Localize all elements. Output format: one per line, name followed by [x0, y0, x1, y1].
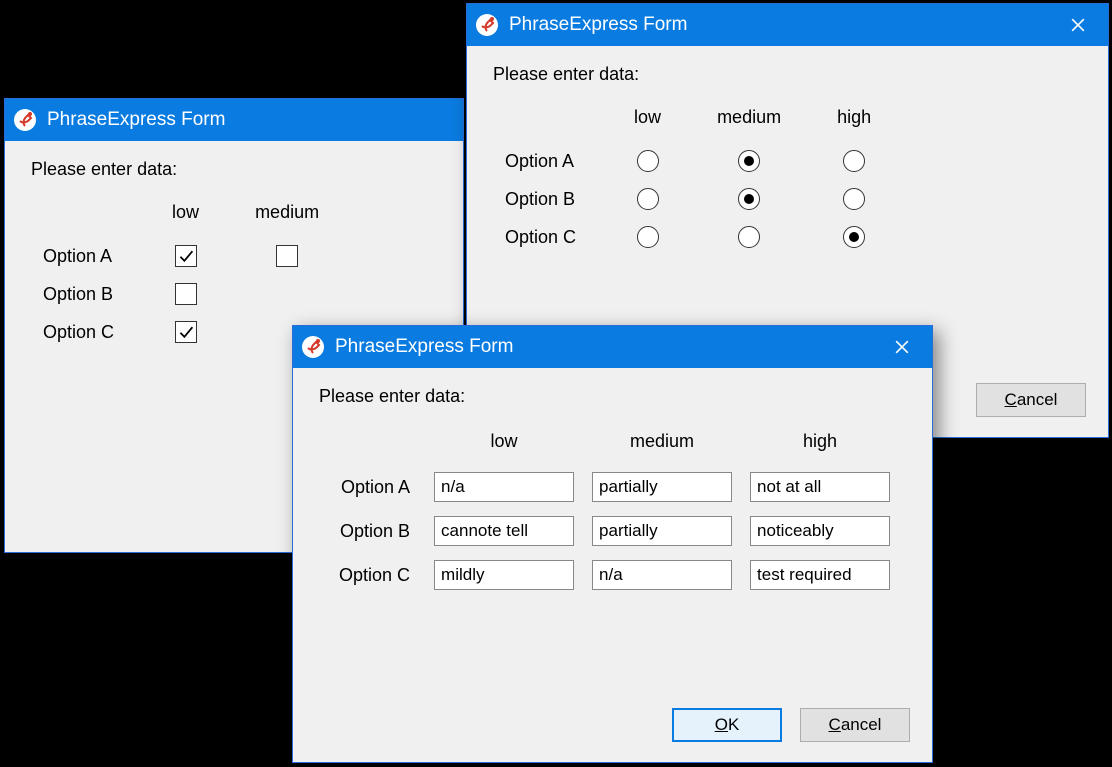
input-option-a-medium[interactable] — [592, 472, 732, 502]
text-form-window: PhraseExpress Form Please enter data: lo… — [292, 325, 933, 763]
input-option-b-high[interactable] — [750, 516, 890, 546]
row-label: Option C — [335, 554, 424, 596]
prompt-text: Please enter data: — [319, 386, 906, 407]
row-label: Option A — [39, 237, 144, 275]
phraseexpress-icon — [475, 13, 499, 37]
table-row: Option C — [501, 218, 899, 256]
col-header-high: high — [809, 107, 899, 142]
col-header-high: high — [742, 431, 898, 464]
radio-option-c-low[interactable] — [637, 226, 659, 248]
close-button[interactable] — [1056, 4, 1100, 46]
radio-option-b-medium[interactable] — [738, 188, 760, 210]
table-row: Option C — [335, 554, 898, 596]
titlebar[interactable]: PhraseExpress Form — [5, 99, 463, 141]
phraseexpress-icon — [301, 335, 325, 359]
radio-option-b-low[interactable] — [637, 188, 659, 210]
row-label: Option C — [39, 313, 144, 351]
col-header-low: low — [426, 431, 582, 464]
titlebar[interactable]: PhraseExpress Form — [293, 326, 932, 368]
input-option-b-low[interactable] — [434, 516, 574, 546]
radio-option-a-medium[interactable] — [738, 150, 760, 172]
prompt-text: Please enter data: — [493, 64, 1082, 85]
checkbox-option-a-medium[interactable] — [276, 245, 298, 267]
table-row: Option B — [39, 275, 347, 313]
checkbox-option-a-low[interactable] — [175, 245, 197, 267]
col-header-medium: medium — [689, 107, 809, 142]
checkbox-option-c-low[interactable] — [175, 321, 197, 343]
table-row: Option A — [501, 142, 899, 180]
col-header-medium: medium — [584, 431, 740, 464]
table-row: Option B — [501, 180, 899, 218]
close-button[interactable] — [880, 326, 924, 368]
ok-button[interactable]: OK — [672, 708, 782, 742]
radio-option-a-low[interactable] — [637, 150, 659, 172]
row-label: Option A — [501, 142, 606, 180]
input-option-c-high[interactable] — [750, 560, 890, 590]
window-title: PhraseExpress Form — [509, 14, 1056, 36]
input-option-a-low[interactable] — [434, 472, 574, 502]
table-row: Option A — [39, 237, 347, 275]
radio-option-b-high[interactable] — [843, 188, 865, 210]
input-option-a-high[interactable] — [750, 472, 890, 502]
radio-option-c-medium[interactable] — [738, 226, 760, 248]
row-label: Option C — [501, 218, 606, 256]
row-label: Option B — [335, 510, 424, 552]
row-label: Option B — [39, 275, 144, 313]
cancel-button[interactable]: Cancel — [976, 383, 1086, 417]
table-row: Option B — [335, 510, 898, 552]
col-header-medium: medium — [227, 202, 347, 237]
button-row: OK Cancel — [293, 692, 932, 762]
radio-grid: low medium high Option A Option B Option… — [501, 107, 899, 256]
input-option-c-low[interactable] — [434, 560, 574, 590]
cancel-button[interactable]: Cancel — [800, 708, 910, 742]
radio-option-a-high[interactable] — [843, 150, 865, 172]
col-header-low: low — [606, 107, 689, 142]
row-label: Option B — [501, 180, 606, 218]
window-title: PhraseExpress Form — [335, 336, 880, 358]
phraseexpress-icon — [13, 108, 37, 132]
table-row: Option A — [335, 466, 898, 508]
checkbox-option-b-low[interactable] — [175, 283, 197, 305]
row-label: Option A — [335, 466, 424, 508]
window-title: PhraseExpress Form — [47, 109, 455, 131]
col-header-low: low — [144, 202, 227, 237]
prompt-text: Please enter data: — [31, 159, 437, 180]
input-option-b-medium[interactable] — [592, 516, 732, 546]
radio-option-c-high[interactable] — [843, 226, 865, 248]
text-grid: low medium high Option A Option B Option… — [333, 429, 900, 598]
input-option-c-medium[interactable] — [592, 560, 732, 590]
titlebar[interactable]: PhraseExpress Form — [467, 4, 1108, 46]
